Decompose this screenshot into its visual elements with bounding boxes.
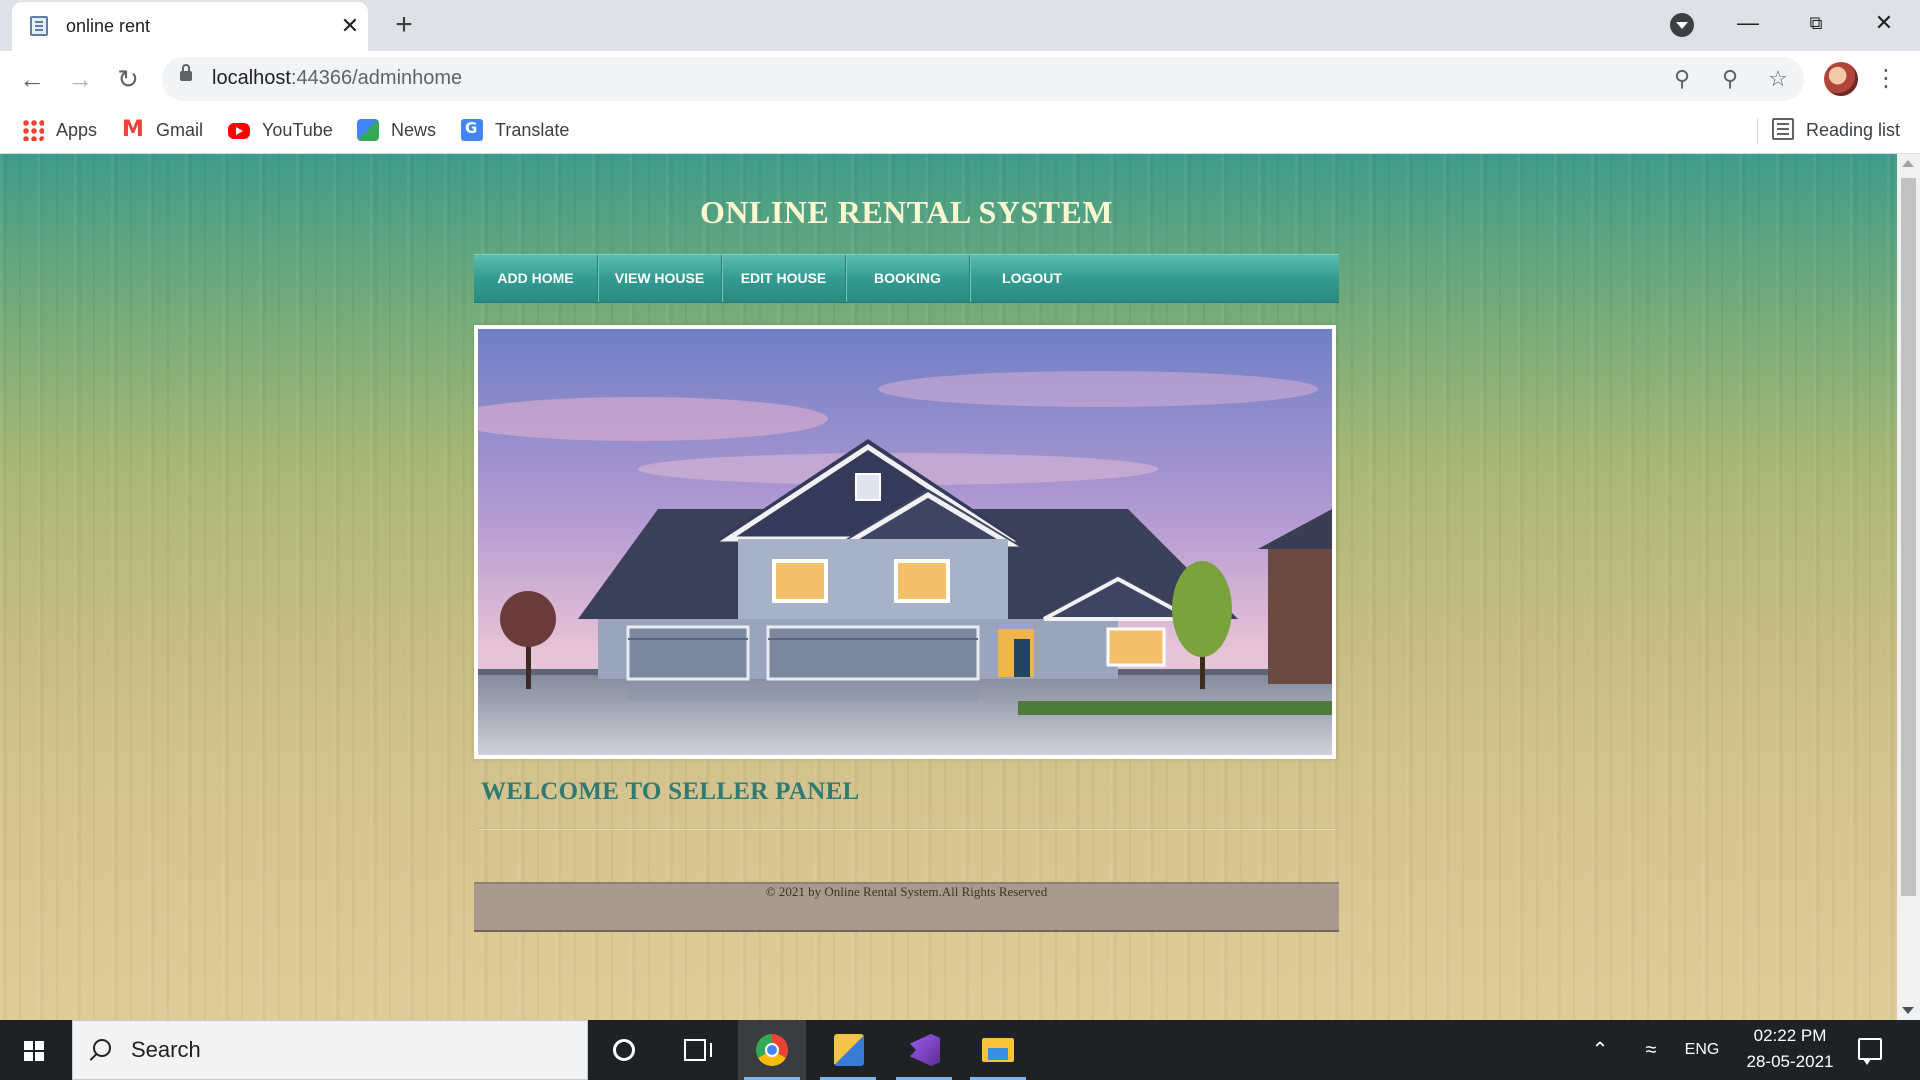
- nav-edit-house[interactable]: EDIT HOUSE: [722, 255, 846, 302]
- language-indicator[interactable]: ENG: [1682, 1020, 1722, 1080]
- house-illustration: [478, 329, 1332, 755]
- chrome-icon: [756, 1034, 788, 1066]
- scroll-down-arrow-icon[interactable]: [1902, 1007, 1914, 1014]
- zoom-out-icon[interactable]: ⚲: [1716, 65, 1744, 93]
- gmail-icon: [122, 117, 144, 142]
- taskbar-blend[interactable]: [814, 1020, 882, 1080]
- bookmarks-divider: [1757, 118, 1758, 144]
- close-window-icon[interactable]: ✕: [1864, 6, 1904, 40]
- task-view-button[interactable]: [662, 1020, 730, 1080]
- windows-logo-icon: [24, 1041, 44, 1061]
- page-scrollbar[interactable]: [1897, 154, 1920, 1020]
- nav-add-home[interactable]: ADD HOME: [474, 255, 598, 302]
- reload-icon[interactable]: ↻: [112, 63, 144, 95]
- wifi-icon[interactable]: ≈: [1634, 1020, 1668, 1080]
- taskbar-visual-studio[interactable]: [890, 1020, 958, 1080]
- browser-tab[interactable]: online rent ✕: [12, 2, 368, 51]
- welcome-heading: WELCOME TO SELLER PANEL: [481, 778, 860, 805]
- new-tab-button[interactable]: +: [388, 10, 420, 42]
- file-explorer-icon: [982, 1038, 1014, 1062]
- reading-list-button[interactable]: Reading list: [1806, 118, 1900, 142]
- restore-icon[interactable]: ⧉: [1796, 6, 1836, 40]
- bookmark-gmail[interactable]: Gmail: [122, 117, 203, 142]
- taskbar-search-box[interactable]: Search: [72, 1020, 588, 1080]
- house-banner-image: [474, 325, 1336, 759]
- search-icon: [93, 1039, 111, 1057]
- cortana-icon: [613, 1039, 635, 1061]
- tab-strip: online rent ✕ + — ⧉ ✕: [0, 0, 1920, 51]
- more-menu-icon[interactable]: ⋮: [1874, 63, 1898, 95]
- minimize-icon[interactable]: —: [1728, 6, 1768, 40]
- reading-list-icon[interactable]: [1772, 118, 1794, 140]
- bookmark-translate[interactable]: Translate: [461, 118, 569, 142]
- action-center-icon[interactable]: [1858, 1038, 1882, 1065]
- visual-studio-icon: [910, 1034, 940, 1066]
- site-footer: © 2021 by Online Rental System.All Right…: [474, 882, 1339, 932]
- start-button[interactable]: [0, 1020, 72, 1080]
- windows-taskbar: Search ⌃ ≈ ENG 02:22 PM 28-05-2021: [0, 1020, 1920, 1080]
- apps-icon: [22, 119, 44, 141]
- task-view-icon: [684, 1039, 712, 1061]
- forward-arrow-icon[interactable]: →: [64, 63, 96, 95]
- content-divider: [478, 828, 1336, 830]
- bookmarks-bar: Apps Gmail YouTube News Translate Readin…: [0, 106, 1920, 154]
- bookmark-youtube[interactable]: YouTube: [228, 118, 333, 142]
- taskbar-search-placeholder: Search: [131, 1037, 201, 1062]
- url-text[interactable]: localhost:44366/adminhome: [212, 67, 462, 90]
- scroll-thumb[interactable]: [1901, 178, 1916, 896]
- taskbar-chrome[interactable]: [738, 1020, 806, 1080]
- bookmark-apps[interactable]: Apps: [22, 118, 97, 142]
- show-hidden-icons-chevron-icon[interactable]: ⌃: [1584, 1020, 1616, 1080]
- tab-title: online rent: [66, 16, 151, 36]
- cortana-button[interactable]: [590, 1020, 658, 1080]
- nav-view-house[interactable]: VIEW HOUSE: [598, 255, 722, 302]
- tab-close-icon[interactable]: ✕: [336, 12, 364, 40]
- youtube-icon: [228, 123, 250, 139]
- clock-time[interactable]: 02:22 PM: [1730, 1026, 1850, 1046]
- browser-toolbar: ← → ↻ localhost:44366/adminhome ⚲ ⚲ ☆ ⋮: [0, 51, 1920, 106]
- site-title: ONLINE RENTAL SYSTEM: [699, 194, 1114, 230]
- taskbar-file-explorer[interactable]: [964, 1020, 1032, 1080]
- star-icon[interactable]: ☆: [1764, 65, 1792, 93]
- page-viewport: ONLINE RENTAL SYSTEM ADD HOME VIEW HOUSE…: [0, 154, 1897, 1020]
- page-favicon-icon: [30, 16, 48, 36]
- bookmark-news[interactable]: News: [357, 118, 436, 142]
- main-nav: ADD HOME VIEW HOUSE EDIT HOUSE BOOKING L…: [474, 254, 1339, 303]
- expression-blend-icon: [834, 1034, 864, 1066]
- translate-icon: [461, 119, 483, 141]
- back-arrow-icon[interactable]: ←: [16, 63, 48, 95]
- nav-booking[interactable]: BOOKING: [846, 255, 970, 302]
- nav-logout[interactable]: LOGOUT: [970, 255, 1094, 302]
- news-icon: [357, 119, 379, 141]
- address-bar[interactable]: localhost:44366/adminhome ⚲ ⚲ ☆: [162, 57, 1804, 101]
- tab-search-icon[interactable]: [1670, 13, 1694, 37]
- lock-icon[interactable]: [180, 64, 192, 81]
- scroll-up-arrow-icon[interactable]: [1902, 160, 1914, 167]
- key-icon[interactable]: ⚲: [1668, 65, 1696, 93]
- profile-avatar[interactable]: [1824, 62, 1858, 96]
- clock-date[interactable]: 28-05-2021: [1730, 1052, 1850, 1072]
